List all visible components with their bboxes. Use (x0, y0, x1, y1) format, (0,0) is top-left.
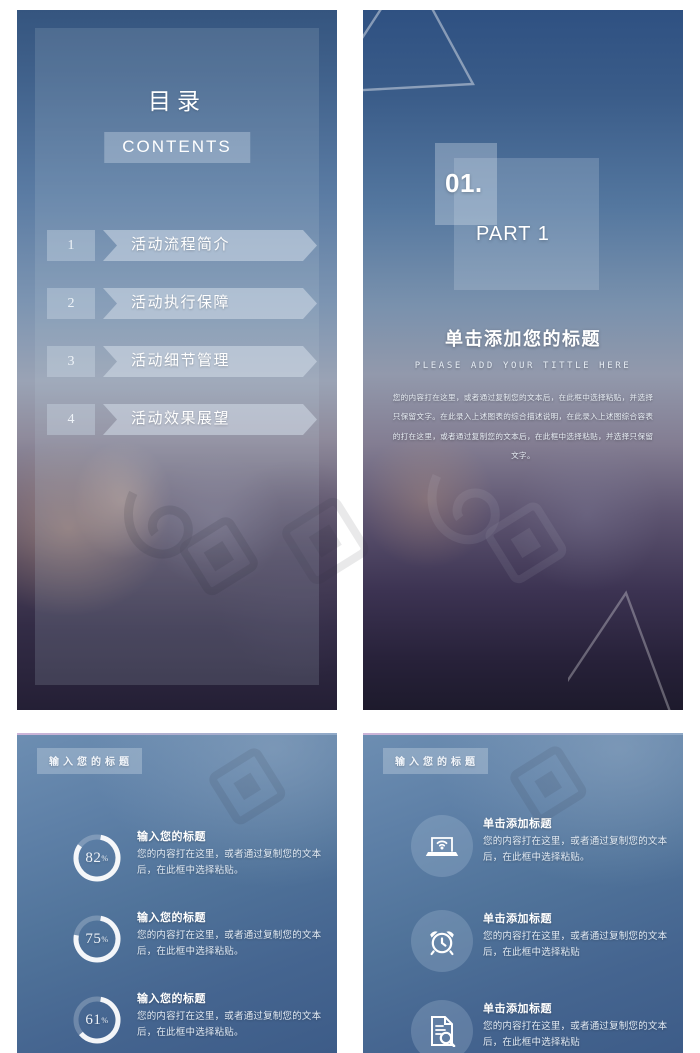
triangle-outline-top-icon (363, 10, 487, 106)
donut-chart: 82% (71, 832, 123, 884)
donut-number: 82 (85, 849, 102, 866)
list-item[interactable]: 单击添加标题 您的内容打在这里，或者通过复制您的文本后，在此框中选择粘贴 (363, 1000, 683, 1053)
donut-number: 75 (85, 930, 102, 947)
row-body: 您的内容打在这里，或者通过复制您的文本后，在此框中选择粘贴。 (137, 1011, 322, 1038)
contents-item-number: 1 (47, 230, 95, 261)
contents-item-label: 活动细节管理 (131, 353, 231, 369)
row-title: 输入您的标题 (137, 912, 206, 924)
donut-chart: 61% (71, 994, 123, 1046)
slide-part-divider: 01. PART 1 单击添加您的标题 PLEASE ADD YOUR TITT… (363, 10, 683, 710)
alarm-clock-icon (430, 931, 454, 956)
row-title: 单击添加标题 (483, 913, 552, 925)
icon-circle (411, 1000, 473, 1053)
row-title: 输入您的标题 (137, 993, 206, 1005)
row-text: 单击添加标题 您的内容打在这里，或者通过复制您的文本后，在此框中选择粘贴。 (483, 815, 671, 865)
contents-item-label: 活动执行保障 (131, 295, 231, 311)
row-body: 您的内容打在这里，或者通过复制您的文本后，在此框中选择粘贴。 (483, 836, 668, 863)
list-item[interactable]: 61% 输入您的标题 您的内容打在这里，或者通过复制您的文本后，在此框中选择粘贴… (17, 990, 337, 1053)
row-title: 输入您的标题 (137, 831, 206, 843)
slide-deck-preview: 目录 CONTENTS 1 活动流程简介 2 活动执行保障 3 活动细节管理 4 (0, 0, 700, 1053)
row-body: 您的内容打在这里，或者通过复制您的文本后，在此框中选择粘贴 (483, 931, 668, 958)
donut-chart: 75% (71, 913, 123, 965)
slide-top-rule (17, 733, 337, 735)
donut-unit: % (101, 853, 109, 863)
part-label: PART 1 (476, 223, 550, 245)
contents-item-label: 活动流程简介 (131, 237, 231, 253)
slide-icon-features: 输入您的标题 单击添加标题 您的内容打在这里，或者通过复制您的文本后，在此框中选… (363, 733, 683, 1053)
row-text: 输入您的标题 您的内容打在这里，或者通过复制您的文本后，在此框中选择粘贴。 (137, 990, 325, 1040)
list-item[interactable]: 2 活动执行保障 (47, 288, 323, 319)
part-heading: 单击添加您的标题 (445, 329, 601, 349)
list-item[interactable]: 4 活动效果展望 (47, 404, 323, 435)
row-body: 您的内容打在这里，或者通过复制您的文本后，在此框中选择粘贴。 (137, 930, 322, 957)
row-title: 单击添加标题 (483, 1003, 552, 1015)
list-item[interactable]: 单击添加标题 您的内容打在这里，或者通过复制您的文本后，在此框中选择粘贴。 (363, 815, 683, 889)
slide-title-badge: 输入您的标题 (37, 748, 142, 774)
row-text: 单击添加标题 您的内容打在这里，或者通过复制您的文本后，在此框中选择粘贴 (483, 910, 671, 960)
donut-value: 61% (71, 994, 123, 1046)
section-number: 01. (445, 168, 483, 198)
row-text: 输入您的标题 您的内容打在这里，或者通过复制您的文本后，在此框中选择粘贴。 (137, 828, 325, 878)
part-body-text: 您的内容打在这里，或者通过复制您的文本后，在此框中选择粘贴，并选择只保留文字。在… (392, 393, 654, 461)
contents-title: 目录 (148, 89, 206, 114)
row-text: 单击添加标题 您的内容打在这里，或者通过复制您的文本后，在此框中选择粘贴 (483, 1000, 671, 1050)
slide-contents: 目录 CONTENTS 1 活动流程简介 2 活动执行保障 3 活动细节管理 4 (17, 10, 337, 710)
list-item[interactable]: 单击添加标题 您的内容打在这里，或者通过复制您的文本后，在此框中选择粘贴 (363, 910, 683, 984)
contents-item-number: 2 (47, 288, 95, 319)
donut-value: 75% (71, 913, 123, 965)
donut-number: 61 (85, 1011, 102, 1028)
contents-item-label: 活动效果展望 (131, 411, 231, 427)
row-text: 输入您的标题 您的内容打在这里，或者通过复制您的文本后，在此框中选择粘贴。 (137, 909, 325, 959)
contents-item-number: 3 (47, 346, 95, 377)
slide-top-rule (363, 733, 683, 735)
laptop-wifi-icon (425, 837, 459, 856)
icon-circle (411, 910, 473, 972)
contents-subtitle: CONTENTS (104, 132, 250, 163)
list-item[interactable]: 82% 输入您的标题 您的内容打在这里，或者通过复制您的文本后，在此框中选择粘贴… (17, 828, 337, 902)
list-item[interactable]: 3 活动细节管理 (47, 346, 323, 377)
slide-title-badge: 输入您的标题 (383, 748, 488, 774)
row-title: 单击添加标题 (483, 818, 552, 830)
document-search-icon (431, 1016, 456, 1047)
contents-list: 1 活动流程简介 2 活动执行保障 3 活动细节管理 4 活动效果展望 (47, 230, 323, 462)
row-body: 您的内容打在这里，或者通过复制您的文本后，在此框中选择粘贴。 (137, 849, 322, 876)
icon-circle (411, 815, 473, 877)
row-body: 您的内容打在这里，或者通过复制您的文本后，在此框中选择粘贴 (483, 1021, 668, 1048)
list-item[interactable]: 75% 输入您的标题 您的内容打在这里，或者通过复制您的文本后，在此框中选择粘贴… (17, 909, 337, 983)
list-item[interactable]: 1 活动流程简介 (47, 230, 323, 261)
triangle-outline-bottom-icon (568, 585, 683, 710)
donut-unit: % (101, 1015, 109, 1025)
slide-progress-stats: 输入您的标题 82% 输入您的标题 您的内容打在这里，或者通过复制您的文本后，在… (17, 733, 337, 1053)
donut-value: 82% (71, 832, 123, 884)
contents-item-number: 4 (47, 404, 95, 435)
donut-unit: % (101, 934, 109, 944)
part-subheading: PLEASE ADD YOUR TITTLE HERE (414, 361, 632, 371)
